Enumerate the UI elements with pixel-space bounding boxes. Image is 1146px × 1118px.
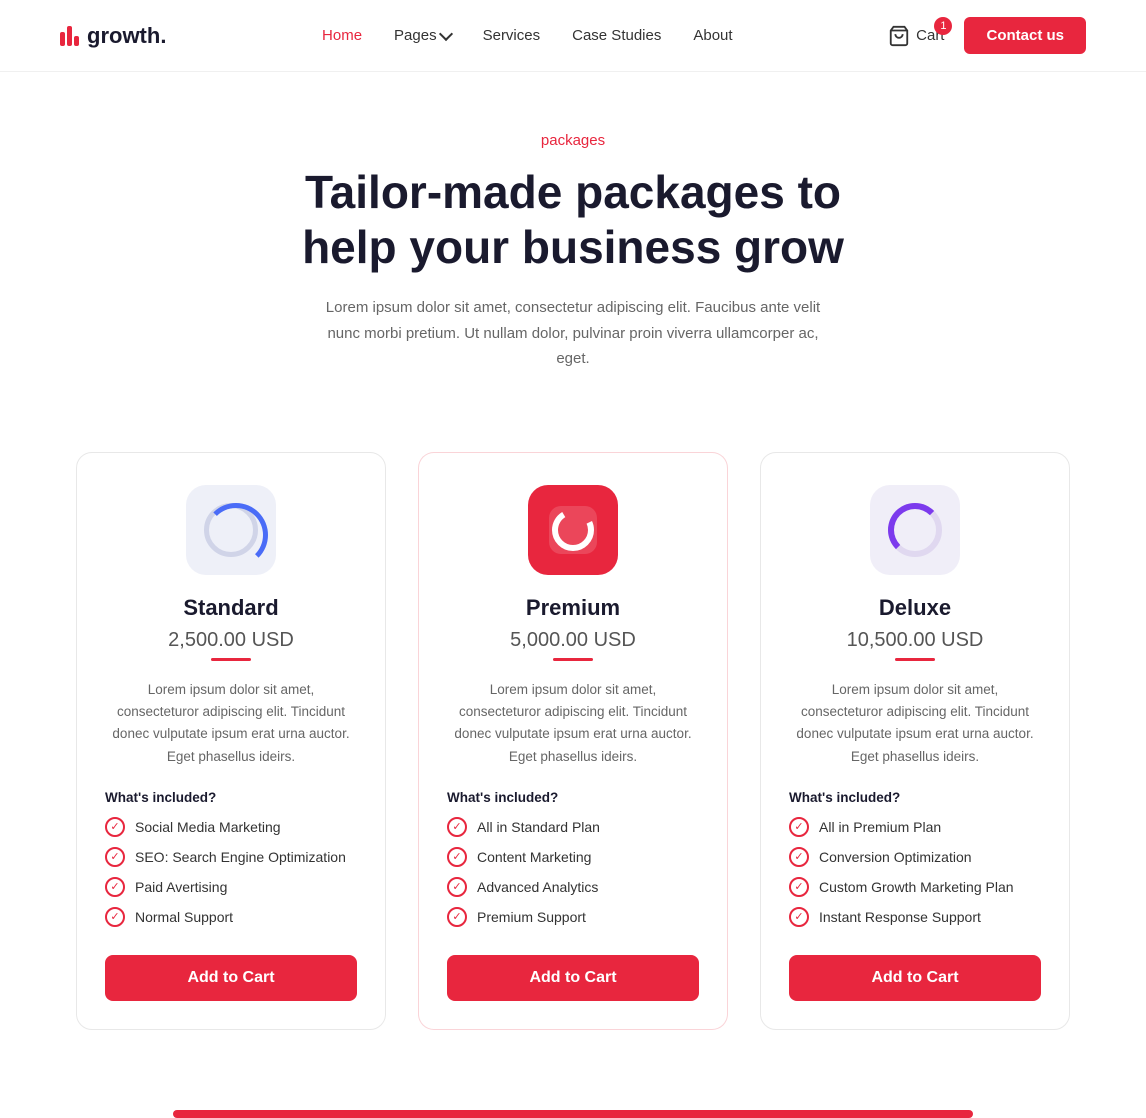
features-list: ✓ All in Premium Plan ✓ Conversion Optim… bbox=[789, 817, 1041, 927]
features-list: ✓ Social Media Marketing ✓ SEO: Search E… bbox=[105, 817, 357, 927]
hero-label: packages bbox=[20, 132, 1126, 149]
check-icon: ✓ bbox=[105, 847, 125, 867]
package-description: Lorem ipsum dolor sit amet, consecteturo… bbox=[447, 679, 699, 768]
feature-label: Social Media Marketing bbox=[135, 819, 281, 835]
feature-item: ✓ Instant Response Support bbox=[789, 907, 1041, 927]
package-icon-deluxe bbox=[870, 485, 960, 575]
nav-link-pages[interactable]: Pages bbox=[394, 27, 451, 44]
navbar: growth. Home Pages Services Case Studies… bbox=[0, 0, 1146, 72]
included-title: What's included? bbox=[447, 790, 699, 805]
premium-icon bbox=[543, 500, 603, 560]
hero-description: Lorem ipsum dolor sit amet, consectetur … bbox=[323, 295, 823, 372]
package-price: 2,500.00 USD bbox=[105, 629, 357, 652]
feature-label: All in Standard Plan bbox=[477, 819, 600, 835]
add-to-cart-button[interactable]: Add to Cart bbox=[105, 955, 357, 1001]
logo-bar-1 bbox=[60, 32, 65, 46]
feature-item: ✓ All in Premium Plan bbox=[789, 817, 1041, 837]
package-divider bbox=[553, 658, 593, 661]
check-icon: ✓ bbox=[447, 877, 467, 897]
check-icon: ✓ bbox=[105, 907, 125, 927]
feature-item: ✓ Conversion Optimization bbox=[789, 847, 1041, 867]
package-card-standard: Standard 2,500.00 USD Lorem ipsum dolor … bbox=[76, 452, 386, 1030]
feature-item: ✓ Advanced Analytics bbox=[447, 877, 699, 897]
package-price: 10,500.00 USD bbox=[789, 629, 1041, 652]
feature-item: ✓ Content Marketing bbox=[447, 847, 699, 867]
package-name: Premium bbox=[447, 595, 699, 621]
check-icon: ✓ bbox=[447, 847, 467, 867]
package-description: Lorem ipsum dolor sit amet, consecteturo… bbox=[105, 679, 357, 768]
package-card-deluxe: Deluxe 10,500.00 USD Lorem ipsum dolor s… bbox=[760, 452, 1070, 1030]
feature-label: Premium Support bbox=[477, 909, 586, 925]
package-divider bbox=[895, 658, 935, 661]
cart-badge: 1 bbox=[934, 17, 952, 35]
feature-label: All in Premium Plan bbox=[819, 819, 941, 835]
package-description: Lorem ipsum dolor sit amet, consecteturo… bbox=[789, 679, 1041, 768]
feature-item: ✓ Custom Growth Marketing Plan bbox=[789, 877, 1041, 897]
nav-link-services[interactable]: Services bbox=[483, 27, 541, 44]
bottom-bar bbox=[173, 1110, 973, 1118]
check-icon: ✓ bbox=[789, 847, 809, 867]
feature-label: Paid Avertising bbox=[135, 879, 227, 895]
feature-item: ✓ All in Standard Plan bbox=[447, 817, 699, 837]
included-title: What's included? bbox=[789, 790, 1041, 805]
feature-label: Content Marketing bbox=[477, 849, 591, 865]
cart-button[interactable]: Cart 1 bbox=[888, 25, 944, 47]
feature-label: Custom Growth Marketing Plan bbox=[819, 879, 1014, 895]
package-divider bbox=[211, 658, 251, 661]
features-list: ✓ All in Standard Plan ✓ Content Marketi… bbox=[447, 817, 699, 927]
package-icon-standard bbox=[186, 485, 276, 575]
logo-bar-3 bbox=[74, 36, 79, 46]
feature-label: Normal Support bbox=[135, 909, 233, 925]
nav-link-about[interactable]: About bbox=[693, 27, 732, 44]
nav-link-case-studies[interactable]: Case Studies bbox=[572, 27, 661, 44]
add-to-cart-button[interactable]: Add to Cart bbox=[789, 955, 1041, 1001]
feature-label: SEO: Search Engine Optimization bbox=[135, 849, 346, 865]
contact-button[interactable]: Contact us bbox=[964, 17, 1086, 54]
feature-item: ✓ Normal Support bbox=[105, 907, 357, 927]
chevron-down-icon bbox=[439, 27, 453, 41]
logo-bar-2 bbox=[67, 26, 72, 46]
logo[interactable]: growth. bbox=[60, 23, 166, 49]
cart-icon bbox=[888, 25, 910, 47]
package-price: 5,000.00 USD bbox=[447, 629, 699, 652]
package-name: Deluxe bbox=[789, 595, 1041, 621]
add-to-cart-button[interactable]: Add to Cart bbox=[447, 955, 699, 1001]
check-icon: ✓ bbox=[789, 817, 809, 837]
package-icon-premium bbox=[528, 485, 618, 575]
package-card-premium: Premium 5,000.00 USD Lorem ipsum dolor s… bbox=[418, 452, 728, 1030]
standard-icon bbox=[204, 503, 258, 557]
nav-link-home[interactable]: Home bbox=[322, 27, 362, 44]
feature-item: ✓ SEO: Search Engine Optimization bbox=[105, 847, 357, 867]
feature-label: Advanced Analytics bbox=[477, 879, 598, 895]
deluxe-icon bbox=[888, 503, 942, 557]
nav-right: Cart 1 Contact us bbox=[888, 17, 1086, 54]
packages-grid: Standard 2,500.00 USD Lorem ipsum dolor … bbox=[0, 412, 1146, 1090]
package-name: Standard bbox=[105, 595, 357, 621]
feature-label: Instant Response Support bbox=[819, 909, 981, 925]
hero-section: packages Tailor-made packages to help yo… bbox=[0, 72, 1146, 412]
hero-title: Tailor-made packages to help your busine… bbox=[20, 165, 1126, 275]
check-icon: ✓ bbox=[105, 877, 125, 897]
included-title: What's included? bbox=[105, 790, 357, 805]
logo-text: growth. bbox=[87, 23, 166, 49]
feature-item: ✓ Paid Avertising bbox=[105, 877, 357, 897]
feature-item: ✓ Premium Support bbox=[447, 907, 699, 927]
logo-icon bbox=[60, 26, 79, 46]
feature-item: ✓ Social Media Marketing bbox=[105, 817, 357, 837]
check-icon: ✓ bbox=[789, 907, 809, 927]
check-icon: ✓ bbox=[789, 877, 809, 897]
nav-links: Home Pages Services Case Studies About bbox=[322, 27, 733, 44]
check-icon: ✓ bbox=[447, 817, 467, 837]
feature-label: Conversion Optimization bbox=[819, 849, 972, 865]
check-icon: ✓ bbox=[105, 817, 125, 837]
check-icon: ✓ bbox=[447, 907, 467, 927]
